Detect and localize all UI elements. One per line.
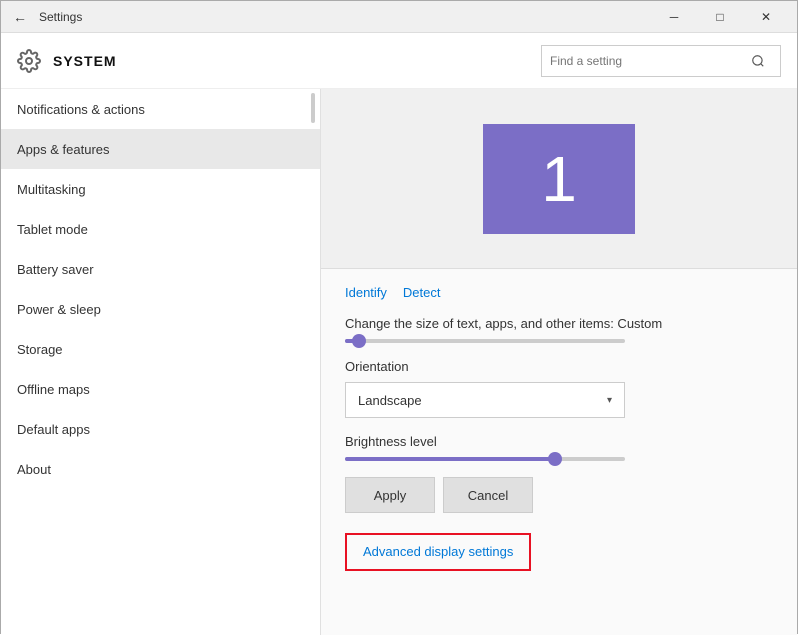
app-header: SYSTEM: [1, 33, 797, 89]
brightness-label: Brightness level: [345, 434, 773, 449]
brightness-slider-fill: [345, 457, 555, 461]
monitor-box: 1: [483, 124, 635, 234]
minimize-button[interactable]: ─: [651, 1, 697, 33]
monitor-preview: 1: [321, 89, 797, 269]
links-row: Identify Detect: [345, 285, 773, 300]
search-box: [541, 45, 781, 77]
action-buttons: Apply Cancel: [345, 477, 773, 513]
back-button[interactable]: ←: [9, 5, 31, 29]
text-size-slider-thumb[interactable]: [352, 334, 366, 348]
title-bar: ← Settings ─ □ ✕: [1, 1, 797, 33]
brightness-section: Brightness level: [345, 434, 773, 461]
header-title: SYSTEM: [53, 53, 541, 69]
sidebar-item-about[interactable]: About: [1, 449, 320, 489]
text-size-section: Change the size of text, apps, and other…: [345, 316, 773, 343]
content-body: Identify Detect Change the size of text,…: [321, 269, 797, 587]
sidebar-scrollbar[interactable]: [310, 89, 316, 635]
search-input[interactable]: [542, 46, 742, 76]
identify-link[interactable]: Identify: [345, 285, 387, 300]
sidebar-item-default-apps[interactable]: Default apps: [1, 409, 320, 449]
dropdown-arrow-icon: ▾: [607, 395, 612, 406]
search-button[interactable]: [742, 45, 774, 77]
orientation-section: Orientation Landscape ▾: [345, 359, 773, 418]
advanced-display-link[interactable]: Advanced display settings: [363, 544, 513, 559]
brightness-slider-track[interactable]: [345, 457, 625, 461]
detect-link[interactable]: Detect: [403, 285, 441, 300]
sidebar-item-notifications[interactable]: Notifications & actions: [1, 89, 320, 129]
text-size-label: Change the size of text, apps, and other…: [345, 316, 773, 331]
sidebar: Notifications & actions Apps & features …: [1, 89, 321, 635]
sidebar-item-maps[interactable]: Offline maps: [1, 369, 320, 409]
sidebar-item-tablet[interactable]: Tablet mode: [1, 209, 320, 249]
window-controls: ─ □ ✕: [651, 1, 789, 33]
text-size-slider-track[interactable]: [345, 339, 625, 343]
close-button[interactable]: ✕: [743, 1, 789, 33]
title-bar-title: Settings: [39, 10, 651, 24]
brightness-slider-thumb[interactable]: [548, 452, 562, 466]
orientation-dropdown[interactable]: Landscape ▾: [345, 382, 625, 418]
system-icon: [17, 49, 41, 73]
sidebar-item-storage[interactable]: Storage: [1, 329, 320, 369]
orientation-label: Orientation: [345, 359, 773, 374]
sidebar-item-apps[interactable]: Apps & features: [1, 129, 320, 169]
advanced-display-box: Advanced display settings: [345, 533, 531, 571]
monitor-number: 1: [541, 142, 577, 216]
content-area: 1 Identify Detect Change the size of tex…: [321, 89, 797, 635]
sidebar-item-battery[interactable]: Battery saver: [1, 249, 320, 289]
sidebar-item-power[interactable]: Power & sleep: [1, 289, 320, 329]
cancel-button[interactable]: Cancel: [443, 477, 533, 513]
main-layout: Notifications & actions Apps & features …: [1, 89, 797, 635]
apply-button[interactable]: Apply: [345, 477, 435, 513]
sidebar-item-multitasking[interactable]: Multitasking: [1, 169, 320, 209]
maximize-button[interactable]: □: [697, 1, 743, 33]
orientation-value: Landscape: [358, 393, 422, 408]
